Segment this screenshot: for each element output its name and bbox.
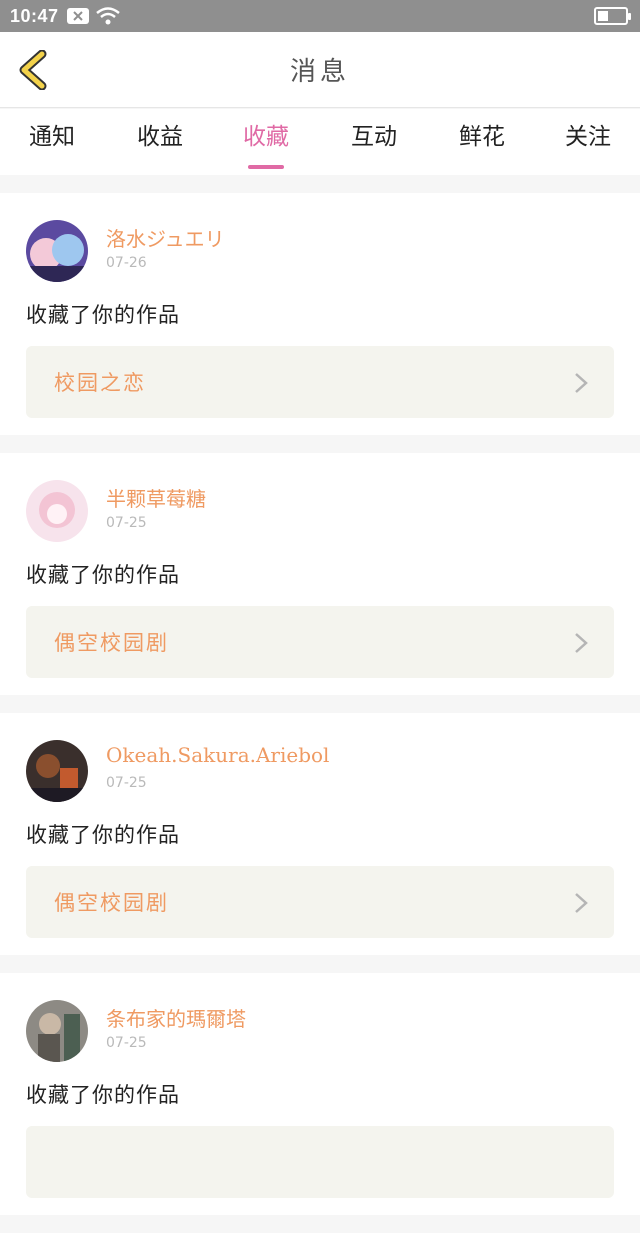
- action-text: 收藏了你的作品: [26, 303, 180, 327]
- chevron-right-icon: [575, 373, 588, 393]
- date: 07-25: [106, 775, 147, 791]
- chevron-right-icon: [575, 633, 588, 653]
- username[interactable]: Okeah.Sakura.Ariebol: [106, 743, 329, 767]
- list-item: 洛水ジュエリ 07-26 收藏了你的作品 校园之恋: [0, 193, 640, 435]
- tab-interactions[interactable]: 互动: [334, 117, 414, 169]
- avatar[interactable]: [26, 220, 88, 282]
- tab-active-indicator: [248, 165, 284, 169]
- status-bar: 10:47: [0, 0, 640, 32]
- work-title: 偶空校园剧: [54, 891, 169, 915]
- date: 07-25: [106, 1035, 147, 1051]
- chevron-left-icon[interactable]: [16, 50, 50, 90]
- work-link[interactable]: [26, 1126, 614, 1198]
- page-title: 消息: [289, 57, 350, 87]
- battery-icon: [594, 7, 631, 25]
- wifi-icon: [95, 7, 120, 25]
- action-text: 收藏了你的作品: [26, 563, 180, 587]
- username[interactable]: 条布家的瑪爾塔: [106, 1003, 246, 1032]
- tab-flowers[interactable]: 鲜花: [442, 117, 522, 169]
- avatar[interactable]: [26, 480, 88, 542]
- work-link[interactable]: 偶空校园剧: [26, 866, 614, 938]
- date: 07-25: [106, 515, 147, 531]
- tab-earnings[interactable]: 收益: [120, 117, 200, 169]
- list-item: Okeah.Sakura.Ariebol 07-25 收藏了你的作品 偶空校园剧: [0, 713, 640, 955]
- work-link[interactable]: 偶空校园剧: [26, 606, 614, 678]
- list-item: 半颗草莓糖 07-25 收藏了你的作品 偶空校园剧: [0, 453, 640, 695]
- chevron-right-icon: [575, 893, 588, 913]
- username[interactable]: 洛水ジュエリ: [106, 223, 225, 252]
- status-time: 10:47: [10, 5, 59, 26]
- avatar[interactable]: [26, 740, 88, 802]
- favorites-feed: 洛水ジュエリ 07-26 收藏了你的作品 校园之恋 半颗草莓糖 07-25 收藏…: [0, 193, 640, 1233]
- work-title: 校园之恋: [54, 371, 146, 395]
- action-text: 收藏了你的作品: [26, 1083, 180, 1107]
- username[interactable]: 半颗草莓糖: [106, 483, 206, 512]
- notification-x-icon: [66, 8, 89, 24]
- tab-notifications[interactable]: 通知: [12, 117, 92, 169]
- tab-favorites[interactable]: 收藏: [226, 117, 306, 169]
- work-title: 偶空校园剧: [54, 631, 169, 655]
- action-text: 收藏了你的作品: [26, 823, 180, 847]
- work-link[interactable]: 校园之恋: [26, 346, 614, 418]
- list-item: 条布家的瑪爾塔 07-25 收藏了你的作品: [0, 973, 640, 1215]
- avatar[interactable]: [26, 1000, 88, 1062]
- date: 07-26: [106, 255, 147, 271]
- tab-follows[interactable]: 关注: [548, 117, 628, 169]
- tab-bar: 通知 收益 收藏 互动 鲜花 关注: [0, 109, 640, 175]
- top-bar: 消息: [0, 32, 640, 108]
